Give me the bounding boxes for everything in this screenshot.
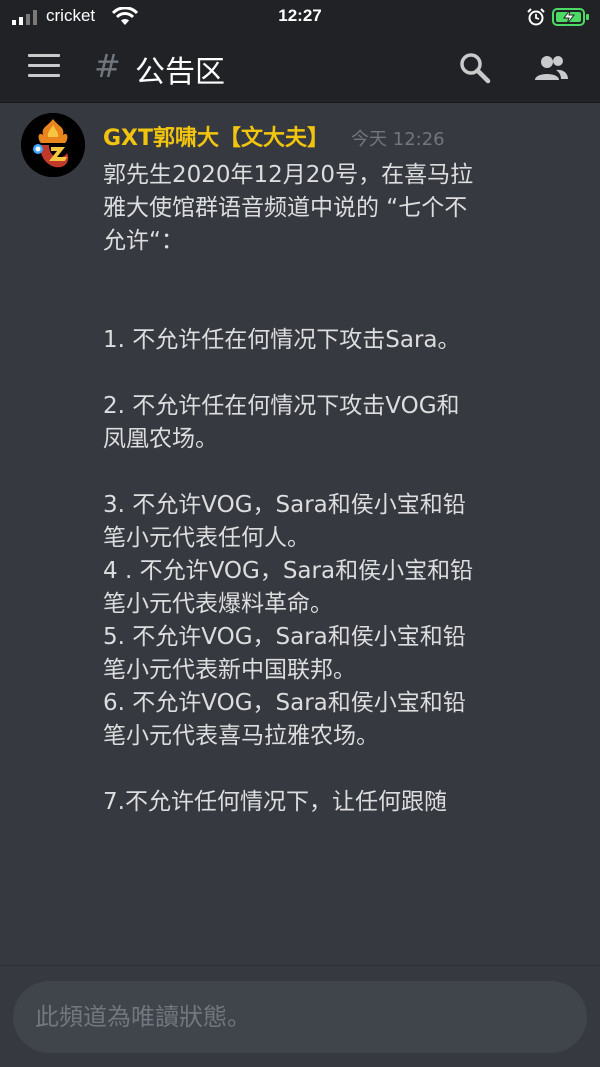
message-content: 郭先生2020年12月20号，在喜马拉 雅大使馆群语音频道中说的 “七个不 允许… (103, 159, 573, 819)
message-line: 允许“： (103, 228, 184, 254)
channel-header: # 公告区 (0, 34, 600, 103)
rule-5: 5. 不允许VOG，Sara和侯小宝和铅 (103, 624, 466, 650)
channel-hash-icon: # (94, 47, 121, 85)
message-input[interactable]: 此頻道為唯讀狀態。 (13, 981, 587, 1053)
message-line: 笔小元代表新中国联邦。 (103, 657, 356, 683)
search-icon[interactable] (458, 51, 492, 85)
message-line: 郭先生2020年12月20号，在喜马拉 (103, 162, 474, 188)
message-header: GXT郭啸大【文大夫】 今天 12:26 (103, 120, 445, 152)
message-line: 凤凰农场。 (103, 426, 218, 452)
members-icon[interactable] (532, 51, 570, 85)
battery-charging-icon (552, 8, 589, 26)
message-list[interactable]: GXT郭啸大【文大夫】 今天 12:26 郭先生2020年12月20号，在喜马拉 … (0, 103, 600, 965)
hamburger-icon (28, 54, 60, 57)
menu-button[interactable] (28, 54, 60, 82)
username[interactable]: GXT郭啸大【文大夫】 (103, 126, 329, 151)
alarm-icon (527, 8, 545, 26)
rule-1: 1. 不允许任在何情况下攻击Sara。 (103, 327, 461, 353)
rule-7: 7.不允许任何情况下，让任何跟随 (103, 789, 447, 815)
message-line: 雅大使馆群语音频道中说的 “七个不 (103, 195, 468, 221)
channel-title: 公告区 (135, 55, 225, 90)
rule-6: 6. 不允许VOG，Sara和侯小宝和铅 (103, 690, 466, 716)
rule-2: 2. 不允许任在何情况下攻击VOG和 (103, 393, 460, 419)
rule-4: 4 . 不允许VOG，Sara和侯小宝和铅 (103, 558, 474, 584)
rule-3: 3. 不允许VOG，Sara和侯小宝和铅 (103, 492, 466, 518)
message-line: 笔小元代表爆料革命。 (103, 591, 333, 617)
timestamp: 今天 12:26 (351, 129, 445, 150)
avatar[interactable] (21, 113, 85, 177)
message-line: 笔小元代表任何人。 (103, 525, 310, 551)
avatar-logo-icon (21, 113, 85, 177)
clock: 12:27 (278, 6, 322, 25)
message-line: 笔小元代表喜马拉雅农场。 (103, 723, 379, 749)
status-bar: cricket 12:27 (0, 0, 600, 34)
message-composer: 此頻道為唯讀狀態。 (0, 965, 600, 1067)
